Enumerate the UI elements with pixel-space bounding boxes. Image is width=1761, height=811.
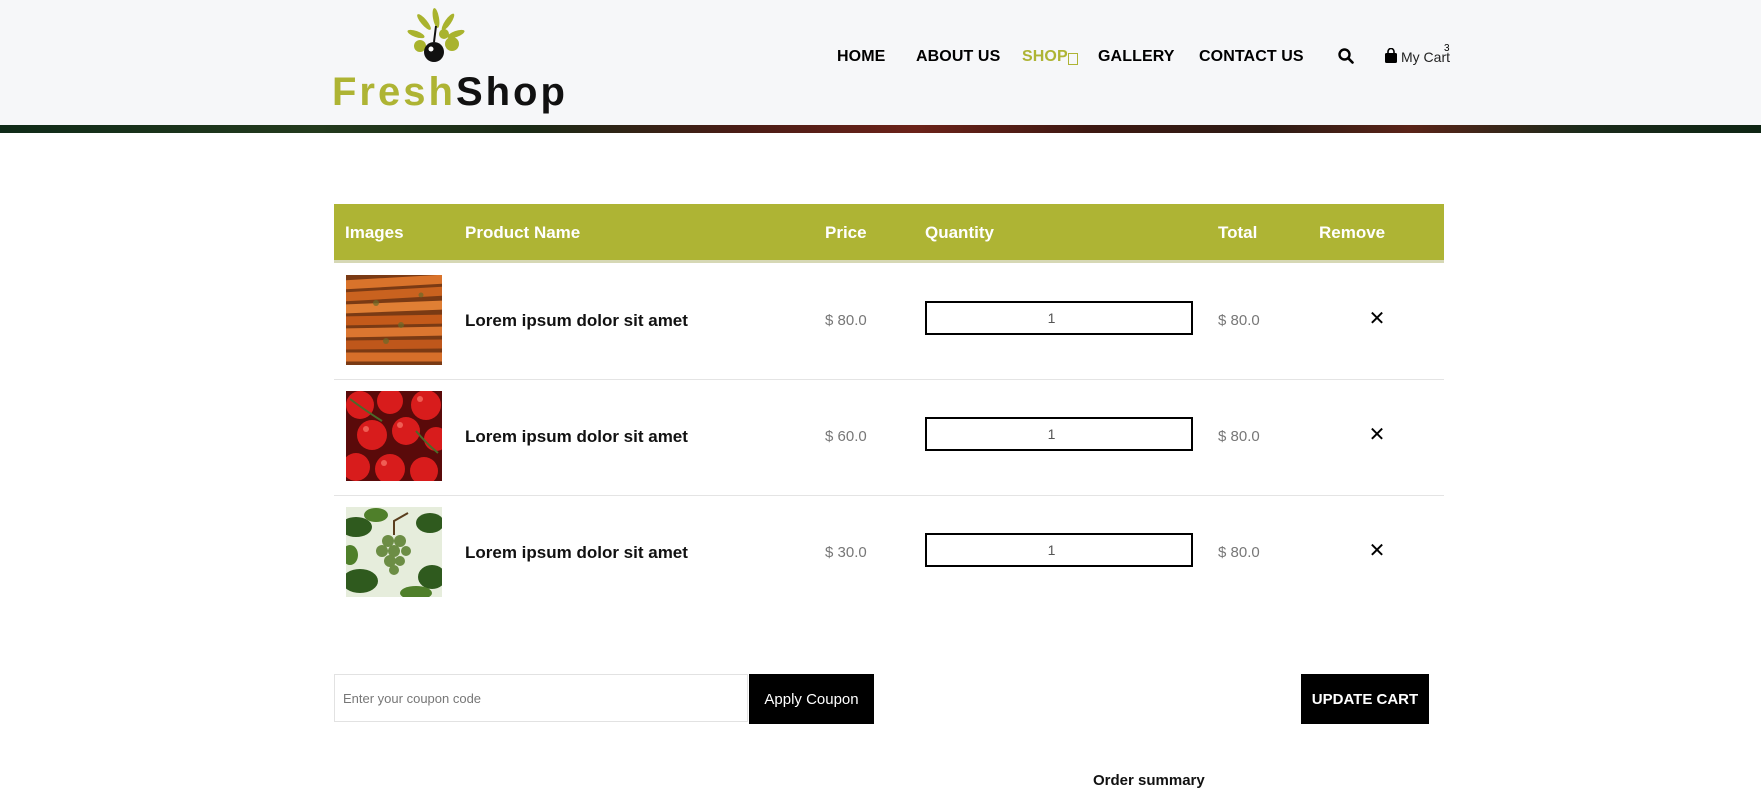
product-image-carrots[interactable] (346, 275, 442, 365)
header-price: Price (825, 223, 867, 242)
product-image-grapes[interactable] (346, 507, 442, 597)
product-total: $ 80.0 (1218, 428, 1260, 445)
logo-fresh: Fresh (332, 70, 456, 114)
table-row: Lorem ipsum dolor sit amet $ 60.0 $ 80.0… (334, 379, 1444, 496)
shopping-bag-icon (1385, 48, 1397, 63)
close-icon[interactable]: ✕ (1367, 541, 1387, 561)
coupon-code-input[interactable] (334, 674, 748, 722)
nav-home[interactable]: HOME (837, 48, 885, 66)
apply-coupon-button[interactable]: Apply Coupon (749, 674, 874, 724)
header-images: Images (345, 223, 404, 242)
order-summary-title: Order summary (1093, 772, 1205, 789)
update-cart-button[interactable]: UPDATE CART (1301, 674, 1429, 724)
nav-about-us[interactable]: ABOUT US (916, 48, 1000, 66)
table-row: Lorem ipsum dolor sit amet $ 80.0 $ 80.0… (334, 263, 1444, 380)
product-name[interactable]: Lorem ipsum dolor sit amet (465, 427, 688, 447)
logo-shop: Shop (455, 70, 568, 114)
product-image-tomatoes[interactable] (346, 391, 442, 481)
header-quantity: Quantity (925, 223, 994, 242)
product-price: $ 60.0 (825, 428, 867, 445)
cart-label: My Cart (1401, 49, 1450, 65)
nav-gallery[interactable]: GALLERY (1098, 48, 1175, 66)
freshshop-logo[interactable]: FreshShop (332, 8, 565, 116)
table-row: Lorem ipsum dolor sit amet $ 30.0 $ 80.0… (334, 495, 1444, 611)
hero-image-strip (0, 125, 1761, 133)
site-header: FreshShop HOME ABOUT US SHOP GALLERY CON… (0, 0, 1761, 125)
quantity-input[interactable] (925, 301, 1193, 335)
shop-dropdown-caret-icon[interactable] (1068, 53, 1078, 65)
product-price: $ 30.0 (825, 544, 867, 561)
product-name[interactable]: Lorem ipsum dolor sit amet (465, 543, 688, 563)
olive-branch-icon (407, 8, 465, 62)
quantity-input[interactable] (925, 417, 1193, 451)
product-total: $ 80.0 (1218, 312, 1260, 329)
close-icon[interactable]: ✕ (1367, 309, 1387, 329)
product-name[interactable]: Lorem ipsum dolor sit amet (465, 311, 688, 331)
header-product-name: Product Name (465, 223, 581, 242)
header-total: Total (1218, 223, 1258, 242)
quantity-input[interactable] (925, 533, 1193, 567)
logo-wordmark: FreshShop (332, 68, 568, 116)
cart-table-header: Images Product Name Price Quantity Total… (334, 204, 1444, 263)
product-total: $ 80.0 (1218, 544, 1260, 561)
header-remove: Remove (1319, 223, 1386, 242)
nav-contact-us[interactable]: CONTACT US (1199, 48, 1304, 66)
search-icon[interactable] (1338, 48, 1356, 66)
cart-count-badge: 3 (1444, 43, 1450, 54)
close-icon[interactable]: ✕ (1367, 425, 1387, 445)
nav-shop[interactable]: SHOP (1022, 48, 1068, 66)
product-price: $ 80.0 (825, 312, 867, 329)
